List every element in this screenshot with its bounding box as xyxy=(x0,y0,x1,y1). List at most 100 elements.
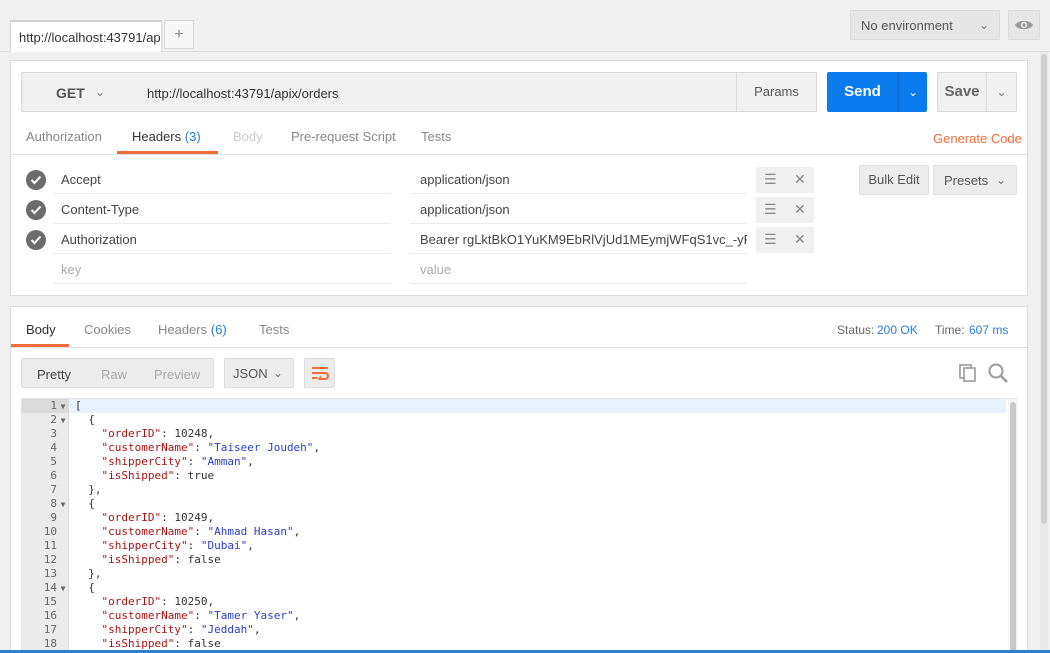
response-tab-cookies[interactable]: Cookies xyxy=(84,322,131,337)
eye-icon xyxy=(1015,20,1033,30)
code-text: }, xyxy=(88,567,102,580)
code-line: 17 "shipperCity": "Jeddah", xyxy=(22,623,1006,637)
header-value-input[interactable]: application/json xyxy=(410,165,747,194)
send-button[interactable]: Send xyxy=(827,72,898,112)
environment-quick-look-button[interactable] xyxy=(1008,10,1040,40)
header-key-input[interactable]: Authorization xyxy=(53,225,391,254)
line-number: 8 xyxy=(50,497,57,510)
response-tab-body[interactable]: Body xyxy=(26,322,56,337)
header-row-actions: ☰ ✕ xyxy=(756,227,814,253)
line-number: 16 xyxy=(43,609,57,622)
code-text: "customerName": "Tamer Yaser", xyxy=(101,609,301,622)
code-text: "shipperCity": "Jeddah", xyxy=(101,623,261,636)
presets-select[interactable]: Presets ⌄ xyxy=(933,165,1017,195)
line-number: 9 xyxy=(50,511,57,524)
code-text: "isShipped": false xyxy=(101,637,221,650)
drag-handle-icon[interactable]: ☰ xyxy=(764,171,777,188)
chevron-down-icon: ⌄ xyxy=(272,366,283,380)
fold-toggle-icon[interactable]: ▼ xyxy=(57,498,69,512)
method-select[interactable]: GET ⌄ xyxy=(21,72,138,112)
line-number: 6 xyxy=(50,469,57,482)
close-icon[interactable]: ✕ xyxy=(794,171,806,188)
fold-toggle-icon[interactable]: ▼ xyxy=(57,582,69,596)
line-number: 12 xyxy=(43,553,57,566)
header-key-input[interactable]: Accept xyxy=(53,165,391,194)
code-line: 9 "orderID": 10249, xyxy=(22,511,1006,525)
header-value-input[interactable]: Bearer rgLktBkO1YuKM9EbRlVjUd1MEymjWFqS1… xyxy=(410,225,747,254)
close-icon[interactable]: ✕ xyxy=(794,201,806,218)
code-line: 2 ▼ { xyxy=(22,413,1006,427)
response-tab-tests[interactable]: Tests xyxy=(259,322,289,337)
wrap-lines-icon xyxy=(311,367,329,380)
view-mode-group: Pretty Raw Preview xyxy=(21,358,214,388)
window-scrollbar-thumb[interactable] xyxy=(1041,54,1047,524)
status-label: Status: xyxy=(837,323,875,337)
request-tab-label: http://localhost:43791/apix/orders xyxy=(19,30,161,45)
code-text: "shipperCity": "Amman", xyxy=(101,455,254,468)
request-tab[interactable]: http://localhost:43791/apix/orders xyxy=(10,20,162,52)
check-icon xyxy=(30,235,42,245)
wrap-lines-button[interactable] xyxy=(304,358,335,388)
line-number: 7 xyxy=(50,483,57,496)
close-icon[interactable]: ✕ xyxy=(794,231,806,248)
divider xyxy=(11,347,1027,348)
method-select-value: GET xyxy=(56,85,85,101)
params-button[interactable]: Params xyxy=(736,72,817,112)
format-select[interactable]: JSON ⌄ xyxy=(224,358,294,388)
send-options-button[interactable]: ⌄ xyxy=(898,72,927,112)
view-preview-button[interactable]: Preview xyxy=(154,367,200,382)
editor-scrollbar-thumb[interactable] xyxy=(1010,402,1016,653)
check-icon xyxy=(30,175,42,185)
code-text: "isShipped": true xyxy=(101,469,215,482)
fold-toggle-icon[interactable]: ▼ xyxy=(57,400,69,414)
code-line: 12 "isShipped": false xyxy=(22,553,1006,567)
new-header-key-input[interactable]: key xyxy=(53,255,391,284)
code-text: "customerName": "Ahmad Hasan", xyxy=(101,525,301,538)
header-enabled-checkbox[interactable] xyxy=(26,230,46,250)
bulk-edit-button[interactable]: Bulk Edit xyxy=(859,165,929,195)
save-button[interactable]: Save xyxy=(937,72,987,112)
header-enabled-checkbox[interactable] xyxy=(26,200,46,220)
save-options-button[interactable]: ⌄ xyxy=(986,72,1017,112)
code-line: 6 "isShipped": true xyxy=(22,469,1006,483)
code-text: { xyxy=(88,497,95,510)
code-text: "orderID": 10249, xyxy=(101,511,215,524)
code-text: { xyxy=(88,581,95,594)
tab-authorization[interactable]: Authorization xyxy=(26,129,102,155)
chevron-down-icon: ⌄ xyxy=(996,85,1007,99)
response-tab-headers[interactable]: Headers (6) xyxy=(158,322,227,337)
drag-handle-icon[interactable]: ☰ xyxy=(764,231,777,248)
url-input[interactable]: http://localhost:43791/apix/orders xyxy=(137,72,737,112)
copy-icon[interactable] xyxy=(957,362,979,384)
line-number: 5 xyxy=(50,455,57,468)
code-text: "customerName": "Taiseer Joudeh", xyxy=(101,441,321,454)
code-text: [ xyxy=(75,399,82,412)
generate-code-link[interactable]: Generate Code xyxy=(933,131,1022,146)
view-raw-button[interactable]: Raw xyxy=(101,367,127,382)
code-line: 16 "customerName": "Tamer Yaser", xyxy=(22,609,1006,623)
code-line: 8 ▼ { xyxy=(22,497,1006,511)
drag-handle-icon[interactable]: ☰ xyxy=(764,201,777,218)
tab-tests[interactable]: Tests xyxy=(421,129,451,155)
code-line: 10 "customerName": "Ahmad Hasan", xyxy=(22,525,1006,539)
add-tab-button[interactable]: + xyxy=(164,20,194,49)
header-enabled-checkbox[interactable] xyxy=(26,170,46,190)
tab-body[interactable]: Body xyxy=(233,129,263,155)
check-icon xyxy=(30,205,42,215)
format-select-value: JSON xyxy=(233,366,268,381)
code-line: 3 "orderID": 10248, xyxy=(22,427,1006,441)
line-number: 3 xyxy=(50,427,57,440)
environment-select[interactable]: No environment ⌄ xyxy=(850,10,1000,40)
search-icon[interactable] xyxy=(987,362,1009,384)
fold-toggle-icon[interactable]: ▼ xyxy=(57,414,69,428)
header-key-input[interactable]: Content-Type xyxy=(53,195,391,224)
new-header-value-input[interactable]: value xyxy=(410,255,747,284)
line-number: 11 xyxy=(43,539,57,552)
view-pretty-button[interactable]: Pretty xyxy=(37,367,71,382)
headers-count-badge: (3) xyxy=(184,129,201,144)
code-text: "orderID": 10248, xyxy=(101,427,215,440)
code-line: 11 "shipperCity": "Dubai", xyxy=(22,539,1006,553)
header-value-input[interactable]: application/json xyxy=(410,195,747,224)
line-number: 2 xyxy=(50,413,57,426)
tab-pre-request-script[interactable]: Pre-request Script xyxy=(291,129,396,155)
